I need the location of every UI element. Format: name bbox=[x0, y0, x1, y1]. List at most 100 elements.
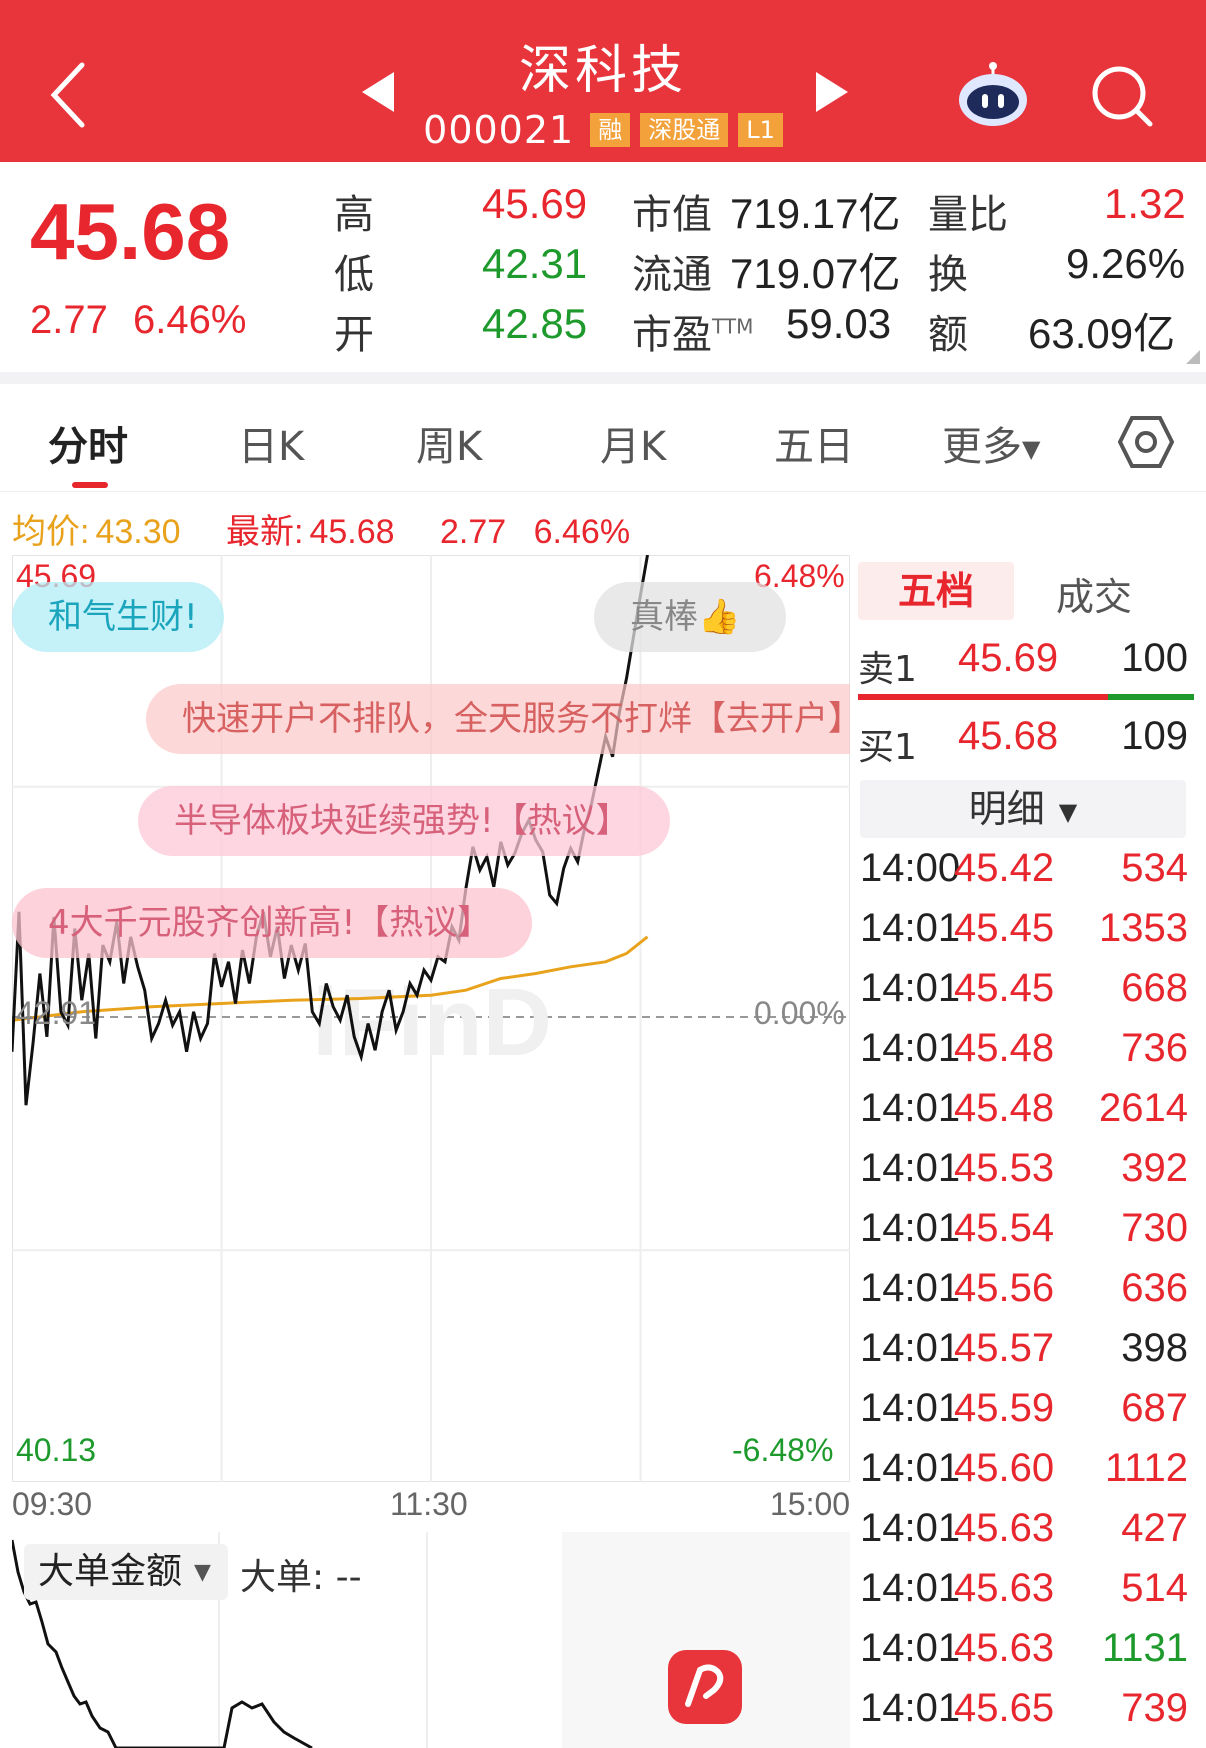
comment-bubble-1[interactable]: 和气生财! bbox=[12, 582, 224, 652]
trade-row: 14:01 45.48 2614 bbox=[856, 1086, 1196, 1146]
trade-time: 14:01 bbox=[860, 1446, 961, 1490]
trade-list[interactable]: 14:00 45.42 534 14:01 45.45 1353 14:01 45.45 668… bbox=[856, 838, 1196, 1748]
time-mid: 11:30 bbox=[390, 1486, 468, 1522]
trade-time: 14:01 bbox=[860, 1326, 961, 1370]
trade-time: 14:01 bbox=[860, 906, 961, 950]
trade-time: 14:01 bbox=[860, 1026, 961, 1070]
trade-time: 14:01 bbox=[860, 1566, 961, 1610]
axis-bottom-price: 40.13 bbox=[16, 1432, 97, 1468]
tab-intraday[interactable]: 分时 bbox=[48, 414, 128, 472]
robot-assistant-icon[interactable] bbox=[955, 60, 1031, 128]
sell1-label: 卖1 bbox=[858, 649, 917, 690]
trade-time: 14:01 bbox=[860, 1266, 961, 1310]
app-logo-icon[interactable] bbox=[668, 1650, 742, 1724]
trade-price: 45.48 bbox=[954, 1026, 1055, 1070]
search-icon[interactable] bbox=[1088, 62, 1156, 130]
settings-hexagon-icon[interactable] bbox=[1118, 414, 1174, 470]
buy-sell-ratio-red bbox=[858, 694, 1108, 700]
connect-tag: 深股通 bbox=[640, 113, 729, 147]
buy-sell-ratio-green bbox=[1108, 694, 1194, 700]
mktcap-label: 市值 bbox=[632, 192, 712, 238]
change-percent: 6.46% bbox=[132, 298, 247, 342]
comment-bubble-2[interactable]: 真棒👍 bbox=[594, 582, 786, 652]
trade-volume: 427 bbox=[1121, 1506, 1188, 1550]
low-value: 42.31 bbox=[482, 240, 588, 287]
trade-volume: 514 bbox=[1121, 1566, 1188, 1610]
trade-price: 45.63 bbox=[954, 1506, 1055, 1550]
detail-label: 明细 bbox=[968, 787, 1045, 831]
trade-volume: 398 bbox=[1121, 1326, 1188, 1370]
detail-toggle-button[interactable]: 明细 ▼ bbox=[860, 780, 1186, 838]
trade-volume: 2614 bbox=[1099, 1086, 1188, 1130]
trade-volume: 1353 bbox=[1099, 906, 1188, 950]
turnover-value: 9.26% bbox=[1066, 240, 1186, 287]
trade-row: 14:01 45.63 427 bbox=[856, 1506, 1196, 1566]
chart-tabs: 分时 日K 周K 月K 五日 更多▼ bbox=[0, 384, 1206, 492]
trade-price: 45.63 bbox=[954, 1626, 1055, 1670]
hot-topic-bubble-semiconductor[interactable]: 半导体板块延续强势!【热议】 bbox=[138, 786, 670, 856]
trade-row: 14:01 45.63 514 bbox=[856, 1566, 1196, 1626]
margin-tag: 融 bbox=[590, 113, 631, 147]
trade-row: 14:01 45.60 1112 bbox=[856, 1446, 1196, 1506]
latest-price: 最新: 45.68 bbox=[226, 513, 413, 551]
tab-trades[interactable]: 成交 bbox=[1056, 566, 1132, 621]
trade-row: 14:01 45.56 636 bbox=[856, 1266, 1196, 1326]
avg-label: 均价: bbox=[12, 513, 90, 551]
buy1-price: 45.68 bbox=[958, 714, 1059, 758]
trade-price: 45.45 bbox=[954, 906, 1055, 950]
tab-five-levels[interactable]: 五档 bbox=[858, 562, 1014, 620]
trade-time: 14:01 bbox=[860, 1626, 961, 1670]
axis-bottom-pct: -6.48% bbox=[732, 1432, 834, 1468]
level-tag: L1 bbox=[738, 113, 783, 147]
caret-down-icon: ▼ bbox=[1022, 435, 1041, 463]
tab-more[interactable]: 更多▼ bbox=[942, 414, 1040, 472]
trade-volume: 392 bbox=[1121, 1146, 1188, 1190]
stock-code: 000021 bbox=[423, 108, 575, 152]
app-logo-glyph bbox=[685, 1664, 724, 1707]
big-order-select[interactable]: 大单金额 ▼ bbox=[24, 1544, 228, 1600]
axis-mid-pct: 0.00% bbox=[754, 995, 845, 1031]
amount-label: 额 bbox=[928, 312, 968, 358]
trade-row: 14:01 45.48 736 bbox=[856, 1026, 1196, 1086]
trade-time: 14:01 bbox=[860, 1206, 961, 1250]
vol-ratio-value: 1.32 bbox=[1104, 180, 1186, 227]
big-order-select-label: 大单金额 bbox=[38, 1551, 183, 1592]
trade-volume: 739 bbox=[1121, 1686, 1188, 1730]
trade-price: 45.42 bbox=[954, 846, 1055, 890]
tab-monthly-k[interactable]: 月K bbox=[600, 414, 666, 472]
pe-ttm-sup: TTM bbox=[712, 314, 754, 339]
axis-mid-price: 42.91 bbox=[16, 995, 97, 1031]
avg-value: 43.30 bbox=[95, 513, 181, 551]
high-value: 45.69 bbox=[482, 180, 588, 227]
float-label: 流通 bbox=[632, 252, 712, 298]
trade-row: 14:01 45.57 398 bbox=[856, 1326, 1196, 1386]
expand-corner-icon[interactable] bbox=[1186, 350, 1200, 364]
tab-five-day[interactable]: 五日 bbox=[774, 414, 854, 472]
trade-row: 14:01 45.54 730 bbox=[856, 1206, 1196, 1266]
vol-ratio-label: 量比 bbox=[928, 192, 1008, 238]
trade-volume: 687 bbox=[1121, 1386, 1188, 1430]
tab-daily-k[interactable]: 日K bbox=[238, 414, 304, 472]
trade-price: 45.54 bbox=[954, 1206, 1055, 1250]
chart-info-line: 均价: 43.30 最新: 45.68 2.77 6.46% bbox=[12, 504, 648, 553]
sell1-volume: 100 bbox=[1121, 636, 1188, 680]
promo-bubble-open-account[interactable]: 快速开户不排队，全天服务不打烊【去开户】 bbox=[146, 684, 850, 754]
trade-row: 14:01 45.45 1353 bbox=[856, 906, 1196, 966]
turnover-label: 换 bbox=[928, 252, 968, 298]
trade-price: 45.63 bbox=[954, 1566, 1055, 1610]
mktcap-value: 719.17亿 bbox=[730, 190, 901, 237]
pe-value: 59.03 bbox=[786, 300, 892, 347]
hot-topic-bubble-new-high[interactable]: 4大千元股齐创新高!【热议】 bbox=[12, 888, 532, 958]
trade-price: 45.53 bbox=[954, 1146, 1055, 1190]
trade-time: 14:01 bbox=[860, 1146, 961, 1190]
time-end: 15:00 bbox=[770, 1486, 851, 1522]
trade-volume: 730 bbox=[1121, 1206, 1188, 1250]
trade-time: 14:01 bbox=[860, 1506, 961, 1550]
trade-price: 45.60 bbox=[954, 1446, 1055, 1490]
trade-volume: 736 bbox=[1121, 1026, 1188, 1070]
tab-weekly-k[interactable]: 周K bbox=[416, 414, 482, 472]
high-label: 高 bbox=[334, 192, 374, 238]
latest-value: 45.68 bbox=[309, 513, 395, 551]
trade-volume: 636 bbox=[1121, 1266, 1188, 1310]
latest-label: 最新: bbox=[226, 513, 304, 551]
